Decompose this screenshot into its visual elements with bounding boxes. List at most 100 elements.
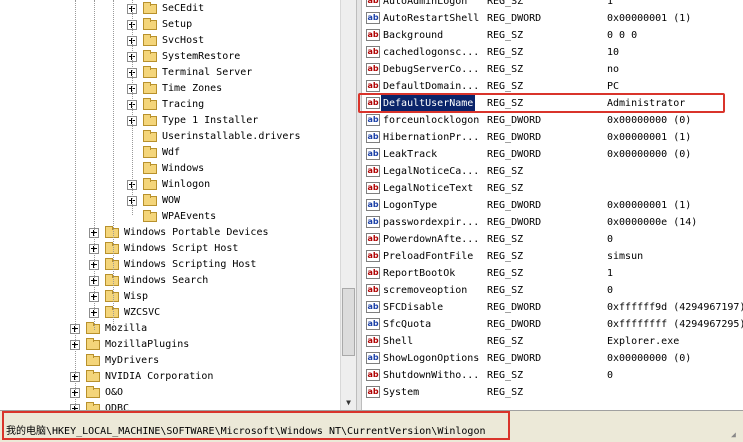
value-type: REG_SZ [487,0,524,7]
tree-item[interactable]: SeCEdit [0,1,340,17]
tree-item-label: Windows Search [124,275,209,286]
value-row[interactable]: ab ShowLogonOptions REG_DWORD 0x00000000 (0… [362,350,743,367]
tree-item[interactable]: SvcHost [0,33,340,49]
tree-item[interactable]: Userinstallable.drivers [0,129,340,145]
value-data: 10 [607,47,620,58]
scroll-down-arrow-icon[interactable]: ▼ [342,396,355,409]
registry-tree[interactable]: SeCEdit Setup SvcHost SystemRestore Terminal… [0,0,340,410]
value-row[interactable]: ab Shell REG_SZ Explorer.exe [362,333,743,350]
tree-item[interactable]: Type 1 Installer [0,113,340,129]
reg-dword-icon: ab [366,352,380,364]
value-row[interactable]: ab AutoRestartShell REG_DWORD 0x00000001 (1… [362,10,743,27]
tree-item-label: Windows Script Host [124,243,239,254]
value-name: LegalNoticeCa... [383,166,480,177]
tree-scrollbar[interactable]: ▼ [340,0,356,410]
value-row[interactable]: ab Background REG_SZ 0 0 0 [362,27,743,44]
value-type: REG_SZ [487,268,524,279]
value-row[interactable]: ab forceunlocklogon REG_DWORD 0x00000000 (0… [362,112,743,129]
tree-item[interactable]: Windows Script Host [0,241,340,257]
value-type: REG_SZ [487,370,524,381]
tree-item-label: SystemRestore [162,51,241,62]
value-name: Shell [383,336,414,347]
value-row[interactable]: ab PreloadFontFile REG_SZ simsun [362,248,743,265]
value-row[interactable]: ab ReportBootOk REG_SZ 1 [362,265,743,282]
tree-item[interactable]: MozillaPlugins [0,337,340,353]
tree-item[interactable]: Windows Scripting Host [0,257,340,273]
folder-icon [143,2,157,14]
value-row[interactable]: ab cachedlogonsc... REG_SZ 10 [362,44,743,61]
value-row[interactable]: ab System REG_SZ [362,384,743,401]
reg-dword-icon: ab [366,199,380,211]
tree-item[interactable]: NVIDIA Corporation [0,369,340,385]
value-row[interactable]: ab HibernationPr... REG_DWORD 0x00000001 (1… [362,129,743,146]
value-data: 0xffffff9d (4294967197) [607,302,743,313]
tree-item-label: Winlogon [162,179,211,190]
reg-sz-icon: ab [366,80,380,92]
folder-icon [143,34,157,46]
value-data: 0 [607,285,614,296]
tree-item[interactable]: Time Zones [0,81,340,97]
value-type: REG_DWORD [487,302,542,313]
value-data: 0x00000000 (0) [607,115,692,126]
folder-icon [143,82,157,94]
folder-icon [86,370,100,382]
folder-icon [105,290,119,302]
value-row[interactable]: ab LogonType REG_DWORD 0x00000001 (1) [362,197,743,214]
value-data: Explorer.exe [607,336,680,347]
value-row[interactable]: ab scremoveoption REG_SZ 0 [362,282,743,299]
value-row[interactable]: ab LegalNoticeCa... REG_SZ [362,163,743,180]
value-name: SfcQuota [383,319,432,330]
tree-item[interactable]: Setup [0,17,340,33]
resize-grip-icon[interactable]: ◢ [731,430,741,440]
value-name: ShowLogonOptions [383,353,480,364]
value-row[interactable]: ab DebugServerCo... REG_SZ no [362,61,743,78]
tree-scrollbar-thumb[interactable] [342,288,355,356]
value-row[interactable]: ab ShutdownWitho... REG_SZ 0 [362,367,743,384]
value-type: REG_SZ [487,285,524,296]
tree-item-label: WPAEvents [162,211,217,222]
tree-item[interactable]: Wisp [0,289,340,305]
tree-item[interactable]: Terminal Server [0,65,340,81]
value-name: PreloadFontFile [383,251,474,262]
registry-values-list[interactable]: ab AutoAdminLogon REG_SZ 1 ab AutoRestartShel… [362,0,743,410]
value-row[interactable]: ab SFCDisable REG_DWORD 0xffffff9d (4294967… [362,299,743,316]
tree-item-label: Tracing [162,99,205,110]
reg-dword-icon: ab [366,318,380,330]
value-type: REG_DWORD [487,200,542,211]
value-row[interactable]: ab AutoAdminLogon REG_SZ 1 [362,0,743,10]
tree-item[interactable]: WZCSVC [0,305,340,321]
reg-dword-icon: ab [366,148,380,160]
value-row[interactable]: ab LegalNoticeText REG_SZ [362,180,743,197]
folder-icon [105,274,119,286]
value-name: DebugServerCo... [383,64,480,75]
value-row[interactable]: ab SfcQuota REG_DWORD 0xffffffff (429496729… [362,316,743,333]
value-type: REG_SZ [487,336,524,347]
tree-item[interactable]: O&O [0,385,340,401]
tree-item[interactable]: Windows [0,161,340,177]
tree-item[interactable]: MyDrivers [0,353,340,369]
tree-item[interactable]: Mozilla [0,321,340,337]
tree-item[interactable]: Wdf [0,145,340,161]
value-type: REG_SZ [487,64,524,75]
value-row[interactable]: ab LeakTrack REG_DWORD 0x00000000 (0) [362,146,743,163]
value-data: 1 [607,0,614,7]
value-type: REG_DWORD [487,217,542,228]
tree-item[interactable]: WPAEvents [0,209,340,225]
value-name: passwordexpir... [383,217,480,228]
tree-item[interactable]: Tracing [0,97,340,113]
tree-item[interactable]: ODBC [0,401,340,410]
annotation-highlight-defaultusername [358,93,725,113]
value-data: no [607,64,620,75]
tree-item[interactable]: WOW [0,193,340,209]
tree-item[interactable]: Windows Portable Devices [0,225,340,241]
tree-item[interactable]: Winlogon [0,177,340,193]
value-row[interactable]: ab passwordexpir... REG_DWORD 0x0000000e (1… [362,214,743,231]
tree-item-label: Terminal Server [162,67,253,78]
tree-item-label: Mozilla [105,323,148,334]
tree-item[interactable]: Windows Search [0,273,340,289]
tree-guide-line [132,0,133,215]
value-name: AutoRestartShell [383,13,480,24]
tree-item[interactable]: SystemRestore [0,49,340,65]
value-row[interactable]: ab PowerdownAfte... REG_SZ 0 [362,231,743,248]
folder-icon [143,66,157,78]
